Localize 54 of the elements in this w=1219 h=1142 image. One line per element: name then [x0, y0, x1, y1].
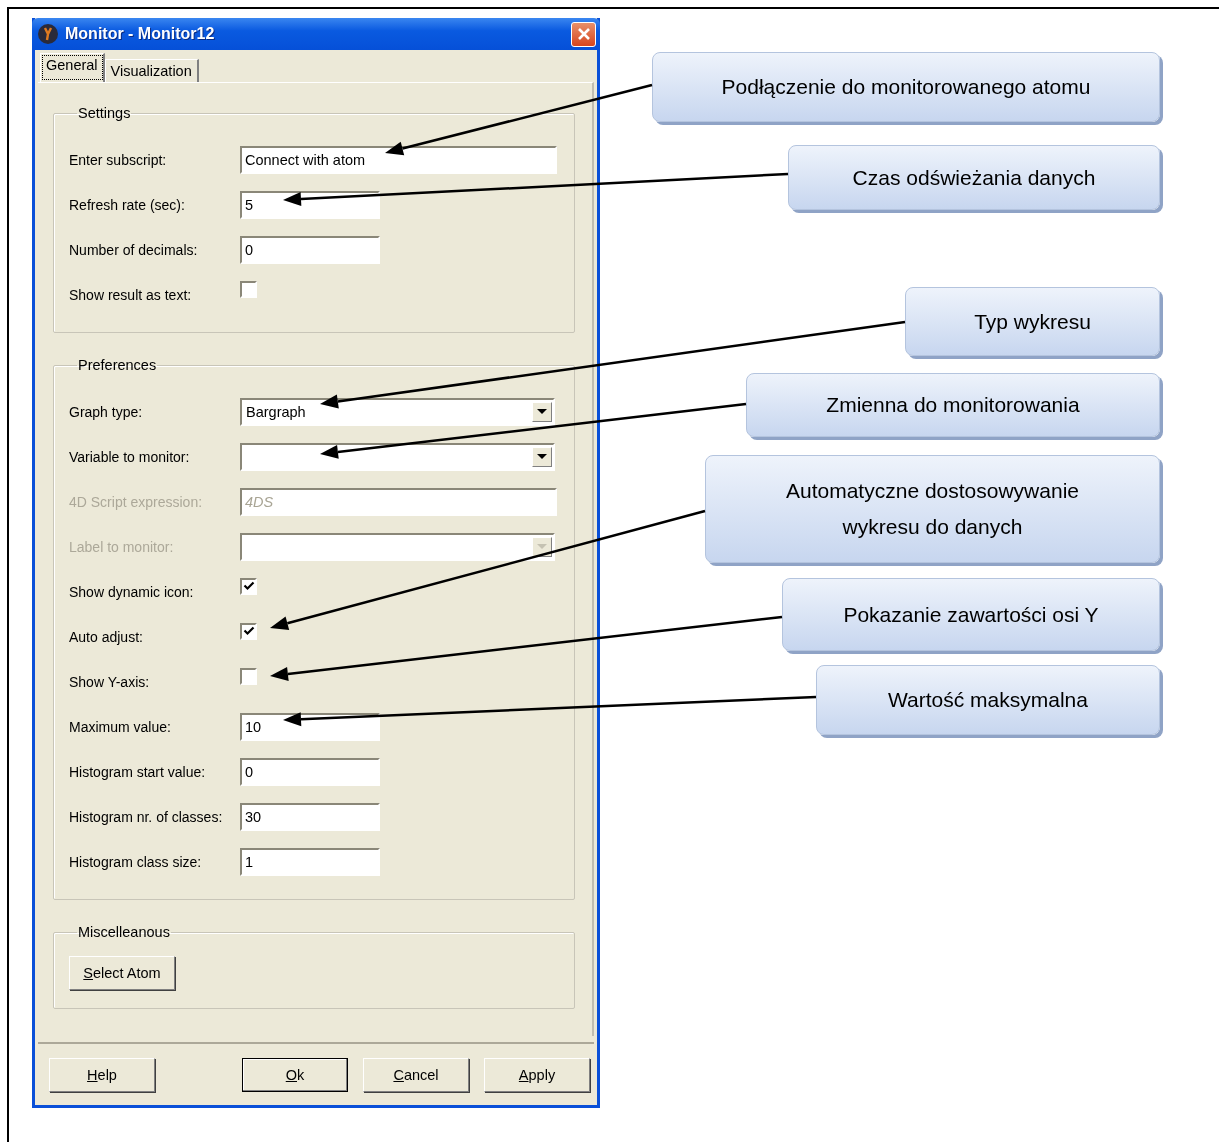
field-label: Show Y-axis:: [69, 674, 151, 690]
field-label: Histogram start value:: [69, 764, 207, 780]
select-atom-button[interactable]: Select Atom: [69, 956, 175, 990]
checkbox[interactable]: [240, 667, 257, 685]
field-label: Histogram class size:: [69, 854, 203, 870]
checkmark-icon: [242, 580, 255, 592]
caret-icon: [537, 409, 547, 415]
checkbox[interactable]: [240, 622, 257, 640]
text-field[interactable]: 0: [240, 236, 380, 264]
field-label: Show result as text:: [69, 287, 193, 303]
callout: Zmienna do monitorowania: [746, 373, 1160, 437]
checkmark-icon: [242, 625, 255, 637]
text-field[interactable]: 5: [240, 191, 380, 219]
dropdown[interactable]: Bargraph: [240, 398, 555, 426]
checkbox[interactable]: [240, 280, 257, 298]
callout: Wartość maksymalna: [816, 665, 1160, 735]
dropdown[interactable]: [240, 443, 555, 471]
orb-icon: [37, 23, 59, 45]
field-label: Maximum value:: [69, 719, 172, 735]
window-title: Monitor - Monitor12: [65, 25, 216, 43]
field-label: Number of decimals:: [69, 242, 199, 258]
callout: Czas odświeżania danych: [788, 145, 1160, 210]
checkbox[interactable]: [240, 577, 257, 595]
close-icon: [576, 27, 591, 41]
close-button[interactable]: [571, 21, 596, 47]
dialog-button[interactable]: Help: [49, 1058, 155, 1092]
text-field[interactable]: 30: [240, 803, 380, 831]
dialog-button[interactable]: Cancel: [363, 1058, 469, 1092]
text-field[interactable]: 10: [240, 713, 380, 741]
text-field[interactable]: 0: [240, 758, 380, 786]
field-label: Enter subscript:: [69, 152, 168, 168]
tab[interactable]: Visualization: [104, 59, 199, 82]
field-label: Refresh rate (sec):: [69, 197, 186, 213]
field-label: 4D Script expression:: [69, 494, 204, 510]
group-title: Settings: [77, 105, 132, 121]
callout: Podłączenie do monitorowanego atomu: [652, 52, 1160, 122]
caret-icon: [537, 454, 547, 460]
dialog-button[interactable]: Apply: [484, 1058, 590, 1092]
group-title: Preferences: [77, 357, 158, 373]
dialog-button[interactable]: Ok: [242, 1058, 348, 1092]
callout: Automatyczne dostosowywanie wykresu do danych: [705, 455, 1160, 563]
field-label: Show dynamic icon:: [69, 584, 195, 600]
field-label: Histogram nr. of classes:: [69, 809, 224, 825]
field-label: Auto adjust:: [69, 629, 144, 645]
callout: Pokazanie zawartości osi Y: [782, 578, 1160, 651]
caret-icon: [537, 544, 547, 550]
text-field[interactable]: 1: [240, 848, 380, 876]
tab[interactable]: General: [40, 53, 105, 82]
field-label: Graph type:: [69, 404, 144, 420]
field-label: Variable to monitor:: [69, 449, 191, 465]
group-title: Miscelleanous: [77, 924, 171, 940]
callout: Typ wykresu: [905, 287, 1160, 356]
field-label: Label to monitor:: [69, 539, 175, 555]
text-field[interactable]: Connect with atom: [240, 146, 557, 174]
